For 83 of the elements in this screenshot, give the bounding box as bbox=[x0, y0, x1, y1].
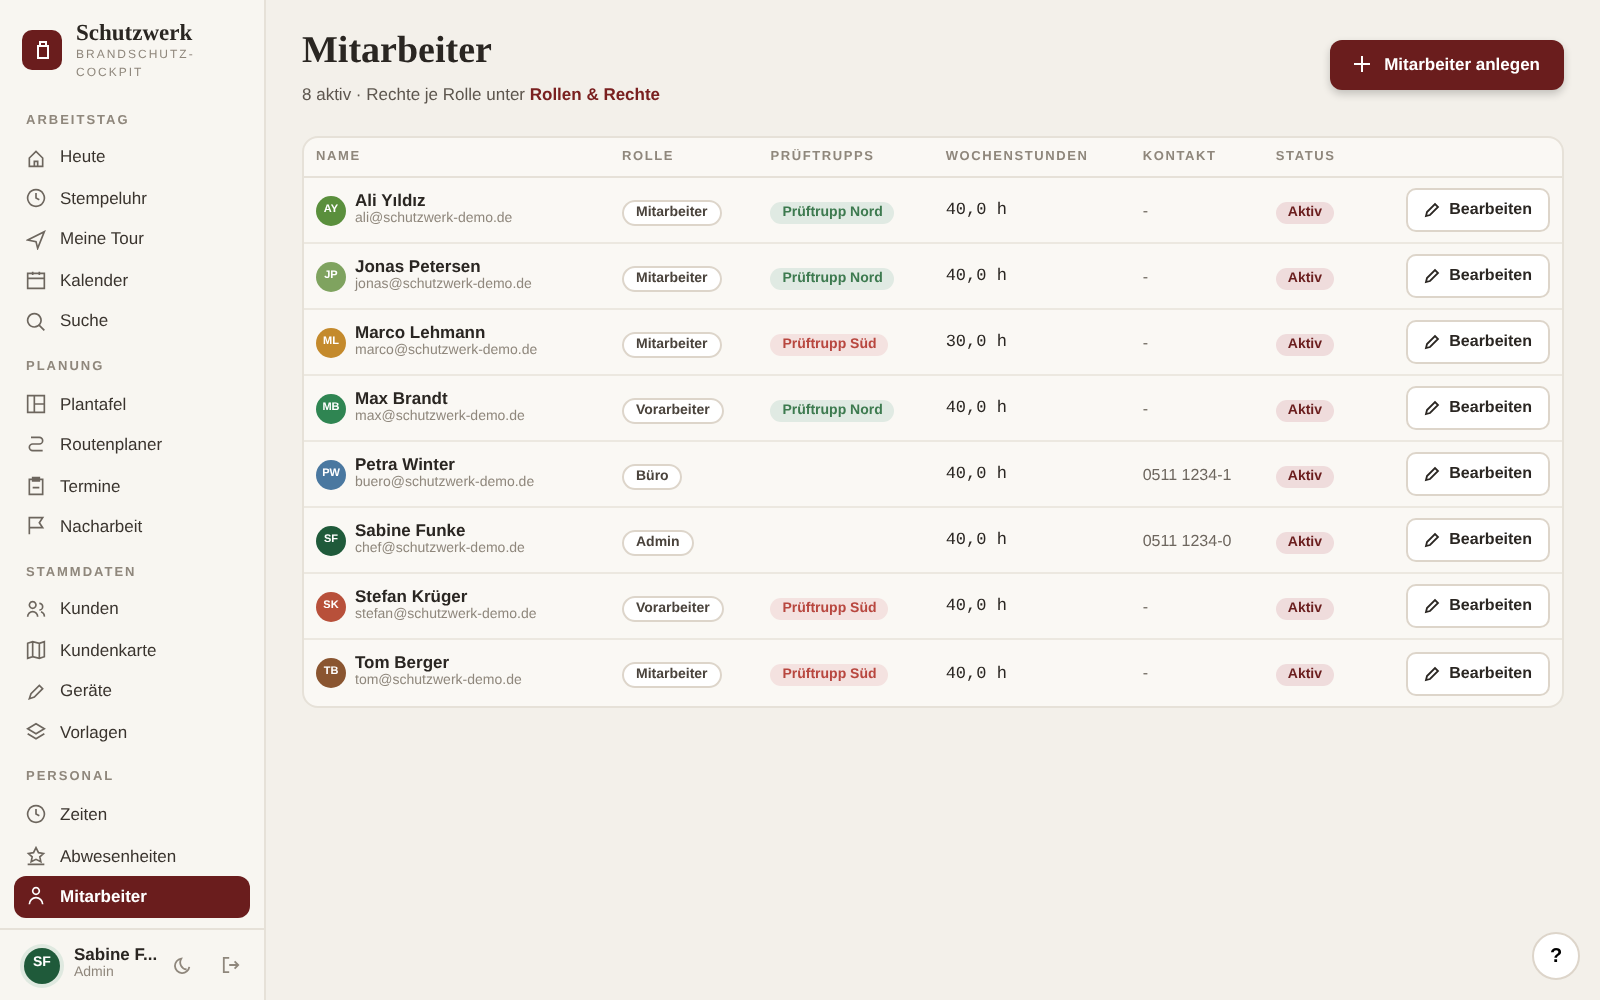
pencil-icon bbox=[1423, 334, 1440, 351]
nav-item[interactable]: Nacharbeit bbox=[14, 506, 250, 548]
send-icon bbox=[26, 229, 46, 250]
logout-icon[interactable] bbox=[222, 956, 240, 974]
pencil-icon bbox=[1423, 400, 1440, 417]
employee-name: Tom Berger bbox=[355, 652, 452, 673]
layers-icon bbox=[26, 722, 46, 743]
contact-text: - bbox=[1142, 333, 1149, 352]
house-icon bbox=[26, 147, 46, 168]
pencil-icon bbox=[1423, 268, 1440, 285]
nav-item[interactable]: Zeiten bbox=[14, 794, 250, 836]
nav-item[interactable]: Meine Tour bbox=[14, 218, 250, 260]
edit-button[interactable]: Bearbeiten bbox=[1405, 518, 1550, 563]
hours-text: 40,0 h bbox=[945, 464, 1007, 485]
hours-text: 40,0 h bbox=[945, 530, 1007, 551]
calendar-icon bbox=[26, 270, 46, 291]
hours-text: 40,0 h bbox=[945, 266, 1007, 287]
employee-name: Jonas Petersen bbox=[355, 255, 483, 277]
clock-icon bbox=[26, 804, 46, 825]
flag-icon bbox=[26, 516, 46, 537]
moon-icon[interactable] bbox=[174, 956, 192, 974]
contact-text: 0511 1234-1 bbox=[1142, 465, 1232, 484]
nav-item[interactable]: Kalender bbox=[14, 259, 250, 301]
edit-button[interactable]: Bearbeiten bbox=[1405, 254, 1550, 299]
employee-name: Max Brandt bbox=[355, 387, 450, 409]
nav-item[interactable]: Vorlagen bbox=[14, 711, 250, 753]
nav-item[interactable]: Stempeluhr bbox=[14, 177, 250, 219]
user-name: Sabine F... bbox=[74, 945, 160, 964]
nav-item[interactable]: Heute bbox=[14, 136, 250, 178]
edit-button[interactable]: Bearbeiten bbox=[1405, 651, 1550, 696]
hours-text: 40,0 h bbox=[945, 398, 1007, 419]
roles-link[interactable]: Rollen & Rechte bbox=[529, 83, 661, 104]
route-icon bbox=[26, 434, 46, 455]
clock-icon bbox=[26, 188, 46, 209]
search-icon bbox=[26, 311, 46, 332]
contact-text: 0511 1234-0 bbox=[1142, 531, 1232, 550]
nav-item[interactable]: Plantafel bbox=[14, 383, 250, 425]
nav-item[interactable]: Termine bbox=[14, 465, 250, 507]
help-button[interactable]: ? bbox=[1532, 932, 1580, 980]
brand-name: Schutzwerk bbox=[76, 22, 195, 48]
hours-text: 40,0 h bbox=[945, 596, 1007, 617]
pencil-icon bbox=[1423, 532, 1440, 549]
edit-button[interactable]: Bearbeiten bbox=[1405, 386, 1550, 431]
hours-text: 30,0 h bbox=[945, 332, 1007, 353]
employee-name: Stefan Krüger bbox=[355, 585, 470, 607]
nav-item[interactable]: Abwesenheiten bbox=[14, 835, 250, 877]
nav-item[interactable]: Kunden bbox=[14, 588, 250, 630]
plus-icon bbox=[1354, 56, 1371, 73]
grid-icon bbox=[26, 393, 46, 414]
edit-button[interactable]: Bearbeiten bbox=[1405, 320, 1550, 365]
page-title: Mitarbeiter bbox=[302, 30, 494, 76]
edit-button[interactable]: Bearbeiten bbox=[1405, 584, 1550, 629]
contact-text: - bbox=[1142, 201, 1149, 220]
pencil-icon bbox=[1423, 665, 1440, 682]
nav-item[interactable]: Geräte bbox=[14, 670, 250, 712]
nav-item[interactable]: Mitarbeiter bbox=[14, 876, 250, 918]
contact-text: - bbox=[1142, 597, 1149, 616]
star-icon bbox=[26, 845, 46, 866]
page-subtitle: 8 aktiv · Rechte je Rolle unter Rollen & Rechte bbox=[302, 81, 661, 108]
logo-icon bbox=[22, 30, 62, 70]
pencil-icon bbox=[1423, 202, 1440, 219]
contact-text: - bbox=[1142, 399, 1149, 418]
nav-item[interactable]: Kundenkarte bbox=[14, 629, 250, 671]
pencil-icon bbox=[1423, 466, 1440, 483]
nav-item[interactable]: Routenplaner bbox=[14, 424, 250, 466]
employee-name: Sabine Funke bbox=[355, 519, 468, 541]
edit-button[interactable]: Bearbeiten bbox=[1405, 188, 1550, 233]
pen-icon bbox=[26, 681, 46, 702]
nav-item[interactable]: Suche bbox=[14, 300, 250, 342]
hours-text: 40,0 h bbox=[945, 200, 1007, 221]
hours-text: 40,0 h bbox=[945, 663, 1007, 684]
edit-button[interactable]: Bearbeiten bbox=[1405, 452, 1550, 497]
map-icon bbox=[26, 640, 46, 661]
users-icon bbox=[26, 599, 46, 620]
employee-name: Marco Lehmann bbox=[355, 321, 488, 343]
contact-text: - bbox=[1142, 267, 1149, 286]
pencil-icon bbox=[1423, 598, 1440, 615]
clipboard-icon bbox=[26, 475, 46, 496]
employee-name: Petra Winter bbox=[355, 453, 457, 475]
add-employee-button[interactable]: Mitarbeiter anlegen bbox=[1330, 40, 1564, 90]
person-icon bbox=[26, 886, 46, 907]
employee-name: Ali Yıldız bbox=[355, 189, 428, 211]
contact-text: - bbox=[1142, 663, 1149, 682]
